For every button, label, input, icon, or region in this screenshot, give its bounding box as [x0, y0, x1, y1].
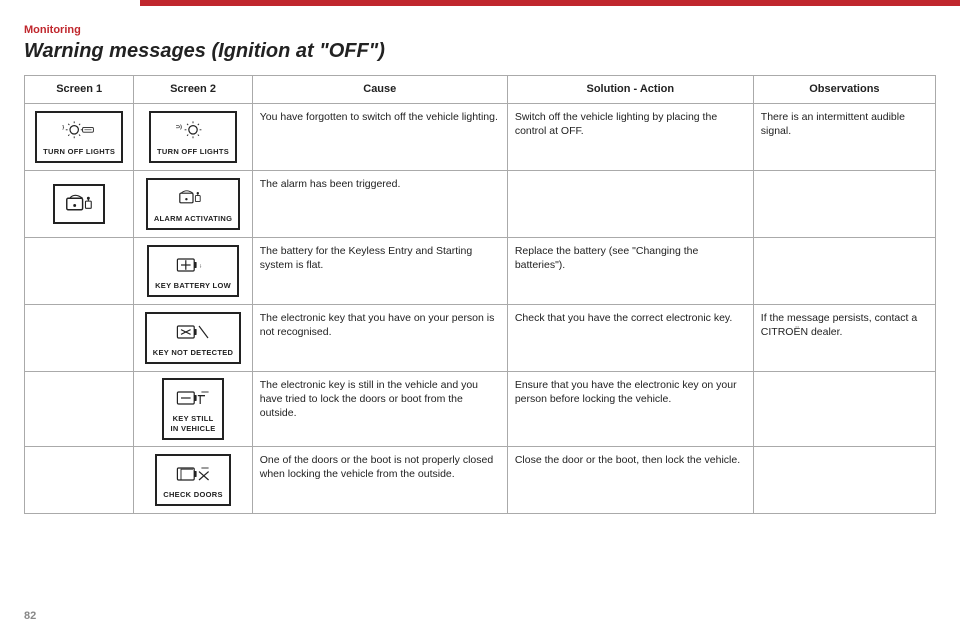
col-solution: Solution - Action: [507, 76, 753, 104]
cause-cell: The electronic key is still in the vehic…: [252, 371, 507, 446]
cause-cell: The battery for the Keyless Entry and St…: [252, 237, 507, 304]
solution-cell: Replace the battery (see "Changing the b…: [507, 237, 753, 304]
screen1-icon: } TURN OFF LIGHTS: [32, 110, 126, 164]
screen2-cell: KEY STILL IN VEHICLE: [134, 371, 252, 446]
solution-cell: Close the door or the boot, then lock th…: [507, 447, 753, 514]
page-title: Warning messages (Ignition at "OFF"): [24, 40, 936, 63]
col-cause: Cause: [252, 76, 507, 104]
cause-cell: You have forgotten to switch off the veh…: [252, 103, 507, 170]
warning-table: Screen 1 Screen 2 Cause Solution - Actio…: [24, 75, 936, 514]
solution-cell: Check that you have the correct electron…: [507, 304, 753, 371]
screen2-icon: ⊃) TURN OFF LIGHTS: [141, 110, 244, 164]
observations-cell: [753, 170, 935, 237]
screen2-cell: ALARM ACTIVATING: [134, 170, 252, 237]
screen2-icon: KEY STILL IN VEHICLE: [141, 378, 244, 440]
table-row: KEY STILL IN VEHICLE The electronic key …: [25, 371, 936, 446]
col-screen1: Screen 1: [25, 76, 134, 104]
screen2-icon: CHECK DOORS: [141, 453, 244, 507]
observations-cell: If the message persists, contact a CITRO…: [753, 304, 935, 371]
solution-cell: Ensure that you have the electronic key …: [507, 371, 753, 446]
table-row: CHECK DOORS One of the doors or the boot…: [25, 447, 936, 514]
observations-cell: [753, 237, 935, 304]
observations-cell: [753, 371, 935, 446]
table-row: ALARM ACTIVATING The alarm has been trig…: [25, 170, 936, 237]
solution-cell: [507, 170, 753, 237]
screen1-cell: [25, 304, 134, 371]
screen1-cell: [25, 447, 134, 514]
table-row: } TURN OFF LIGHTS ⊃): [25, 103, 936, 170]
screen2-cell: ⊃) TURN OFF LIGHTS: [134, 103, 252, 170]
screen1-cell: [25, 170, 134, 237]
screen2-cell: KEY NOT DETECTED: [134, 304, 252, 371]
screen1-cell: [25, 371, 134, 446]
observations-cell: [753, 447, 935, 514]
col-screen2: Screen 2: [134, 76, 252, 104]
screen1-cell: [25, 237, 134, 304]
table-row: ↓ KEY BATTERY LOW The battery for the Ke…: [25, 237, 936, 304]
table-row: KEY NOT DETECTED The electronic key that…: [25, 304, 936, 371]
screen1-cell: } TURN OFF LIGHTS: [25, 103, 134, 170]
screen2-icon: ALARM ACTIVATING: [141, 177, 244, 231]
observations-cell: There is an intermittent audible signal.: [753, 103, 935, 170]
svg-text:↓: ↓: [199, 263, 202, 269]
cause-cell: The electronic key that you have on your…: [252, 304, 507, 371]
screen2-cell: ↓ KEY BATTERY LOW: [134, 237, 252, 304]
screen2-icon: KEY NOT DETECTED: [141, 311, 244, 365]
svg-text:⊃): ⊃): [176, 124, 183, 130]
cause-cell: One of the doors or the boot is not prop…: [252, 447, 507, 514]
screen1-icon: [32, 177, 126, 231]
svg-text:}: }: [62, 124, 64, 130]
cause-cell: The alarm has been triggered.: [252, 170, 507, 237]
page-number: 82: [24, 610, 36, 622]
col-observations: Observations: [753, 76, 935, 104]
solution-cell: Switch off the vehicle lighting by placi…: [507, 103, 753, 170]
screen2-cell: CHECK DOORS: [134, 447, 252, 514]
screen2-icon: ↓ KEY BATTERY LOW: [141, 244, 244, 298]
section-title: Monitoring: [24, 24, 936, 36]
top-bar: [140, 0, 960, 6]
